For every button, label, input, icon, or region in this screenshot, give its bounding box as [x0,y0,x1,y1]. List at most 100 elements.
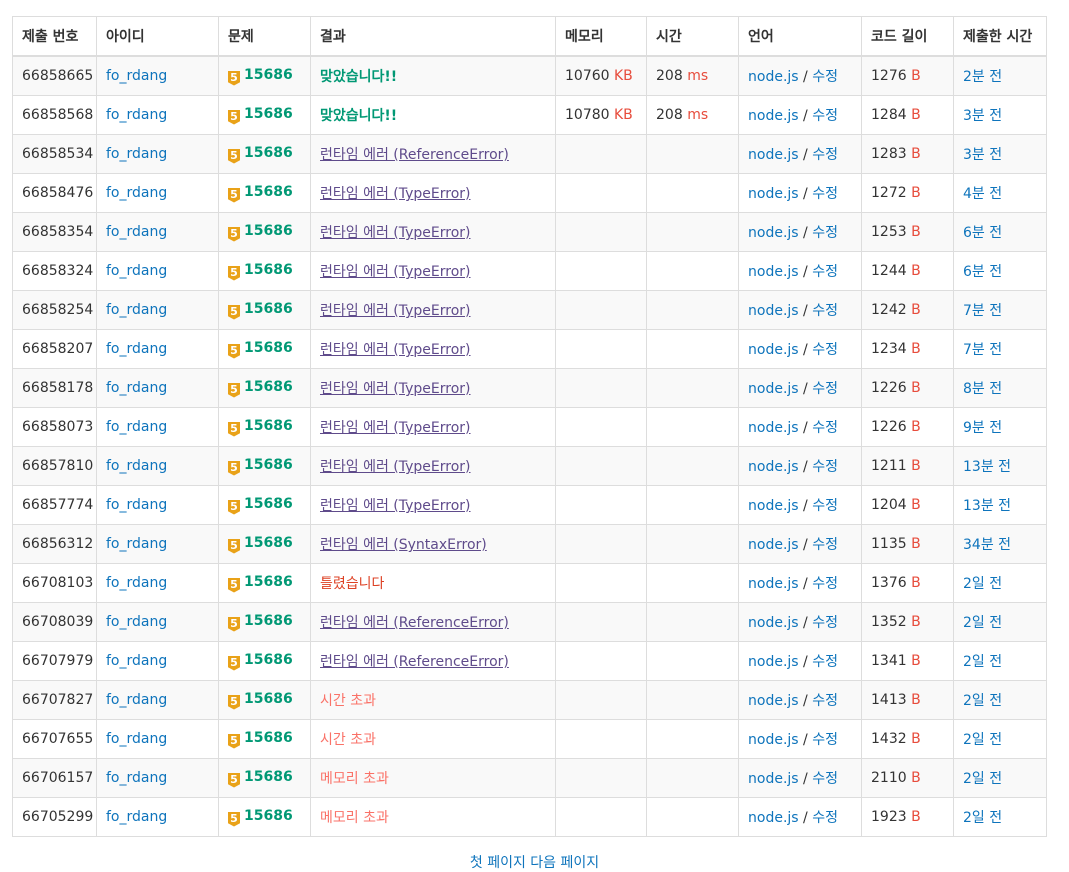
user-link[interactable]: fo_rdang [106,380,167,396]
user-link[interactable]: fo_rdang [106,692,167,708]
result-text[interactable]: 런타임 에러 (ReferenceError) [320,615,509,631]
problem-link[interactable]: 15686 [244,535,293,551]
problem-link[interactable]: 15686 [244,145,293,161]
user-link[interactable]: fo_rdang [106,146,167,162]
user-link[interactable]: fo_rdang [106,497,167,513]
submitted-time-link[interactable]: 2일 전 [963,615,1002,631]
submitted-time-link[interactable]: 9분 전 [963,420,1002,436]
user-link[interactable]: fo_rdang [106,731,167,747]
result-text[interactable]: 런타임 에러 (TypeError) [320,264,471,280]
user-link[interactable]: fo_rdang [106,185,167,201]
user-link[interactable]: fo_rdang [106,302,167,318]
pagination-link[interactable]: 첫 페이지 다음 페이지 [0,852,1069,872]
submitted-time-link[interactable]: 3분 전 [963,108,1002,124]
user-link[interactable]: fo_rdang [106,68,167,84]
problem-link[interactable]: 15686 [244,223,293,239]
problem-link[interactable]: 15686 [244,808,293,824]
language-link[interactable]: node.js [748,576,799,592]
submitted-time-link[interactable]: 7분 전 [963,303,1002,319]
language-link[interactable]: node.js [748,654,799,670]
submitted-time-link[interactable]: 2일 전 [963,771,1002,787]
user-link[interactable]: fo_rdang [106,458,167,474]
edit-link[interactable]: 수정 [812,537,838,553]
user-link[interactable]: fo_rdang [106,107,167,123]
submitted-time-link[interactable]: 8분 전 [963,381,1002,397]
user-link[interactable]: fo_rdang [106,341,167,357]
user-link[interactable]: fo_rdang [106,653,167,669]
problem-link[interactable]: 15686 [244,340,293,356]
edit-link[interactable]: 수정 [812,303,838,319]
submitted-time-link[interactable]: 4분 전 [963,186,1002,202]
problem-link[interactable]: 15686 [244,301,293,317]
edit-link[interactable]: 수정 [812,420,838,436]
problem-link[interactable]: 15686 [244,613,293,629]
edit-link[interactable]: 수정 [812,69,838,85]
edit-link[interactable]: 수정 [812,498,838,514]
submitted-time-link[interactable]: 3분 전 [963,147,1002,163]
result-text[interactable]: 런타임 에러 (TypeError) [320,186,471,202]
edit-link[interactable]: 수정 [812,342,838,358]
user-link[interactable]: fo_rdang [106,263,167,279]
problem-link[interactable]: 15686 [244,769,293,785]
language-link[interactable]: node.js [748,537,799,553]
user-link[interactable]: fo_rdang [106,770,167,786]
edit-link[interactable]: 수정 [812,693,838,709]
submitted-time-link[interactable]: 13분 전 [963,459,1011,475]
submitted-time-link[interactable]: 2일 전 [963,654,1002,670]
submitted-time-link[interactable]: 6분 전 [963,264,1002,280]
problem-link[interactable]: 15686 [244,67,293,83]
problem-link[interactable]: 15686 [244,652,293,668]
problem-link[interactable]: 15686 [244,457,293,473]
result-text[interactable]: 런타임 에러 (ReferenceError) [320,654,509,670]
language-link[interactable]: node.js [748,381,799,397]
language-link[interactable]: node.js [748,303,799,319]
edit-link[interactable]: 수정 [812,615,838,631]
language-link[interactable]: node.js [748,498,799,514]
language-link[interactable]: node.js [748,147,799,163]
problem-link[interactable]: 15686 [244,184,293,200]
user-link[interactable]: fo_rdang [106,614,167,630]
result-text[interactable]: 런타임 에러 (TypeError) [320,303,471,319]
edit-link[interactable]: 수정 [812,108,838,124]
edit-link[interactable]: 수정 [812,147,838,163]
language-link[interactable]: node.js [748,810,799,826]
edit-link[interactable]: 수정 [812,381,838,397]
language-link[interactable]: node.js [748,108,799,124]
language-link[interactable]: node.js [748,693,799,709]
problem-link[interactable]: 15686 [244,262,293,278]
language-link[interactable]: node.js [748,732,799,748]
language-link[interactable]: node.js [748,186,799,202]
language-link[interactable]: node.js [748,459,799,475]
edit-link[interactable]: 수정 [812,576,838,592]
submitted-time-link[interactable]: 34분 전 [963,537,1011,553]
user-link[interactable]: fo_rdang [106,536,167,552]
problem-link[interactable]: 15686 [244,730,293,746]
edit-link[interactable]: 수정 [812,732,838,748]
result-text[interactable]: 런타임 에러 (SyntaxError) [320,537,487,553]
result-text[interactable]: 런타임 에러 (TypeError) [320,381,471,397]
edit-link[interactable]: 수정 [812,459,838,475]
result-text[interactable]: 런타임 에러 (TypeError) [320,459,471,475]
language-link[interactable]: node.js [748,264,799,280]
submitted-time-link[interactable]: 2분 전 [963,69,1002,85]
language-link[interactable]: node.js [748,420,799,436]
user-link[interactable]: fo_rdang [106,224,167,240]
submitted-time-link[interactable]: 2일 전 [963,693,1002,709]
language-link[interactable]: node.js [748,615,799,631]
problem-link[interactable]: 15686 [244,379,293,395]
problem-link[interactable]: 15686 [244,418,293,434]
language-link[interactable]: node.js [748,771,799,787]
submitted-time-link[interactable]: 2일 전 [963,576,1002,592]
submitted-time-link[interactable]: 2일 전 [963,732,1002,748]
result-text[interactable]: 런타임 에러 (TypeError) [320,225,471,241]
language-link[interactable]: node.js [748,342,799,358]
problem-link[interactable]: 15686 [244,106,293,122]
edit-link[interactable]: 수정 [812,654,838,670]
submitted-time-link[interactable]: 2일 전 [963,810,1002,826]
user-link[interactable]: fo_rdang [106,809,167,825]
result-text[interactable]: 런타임 에러 (TypeError) [320,342,471,358]
edit-link[interactable]: 수정 [812,771,838,787]
problem-link[interactable]: 15686 [244,574,293,590]
problem-link[interactable]: 15686 [244,691,293,707]
language-link[interactable]: node.js [748,69,799,85]
